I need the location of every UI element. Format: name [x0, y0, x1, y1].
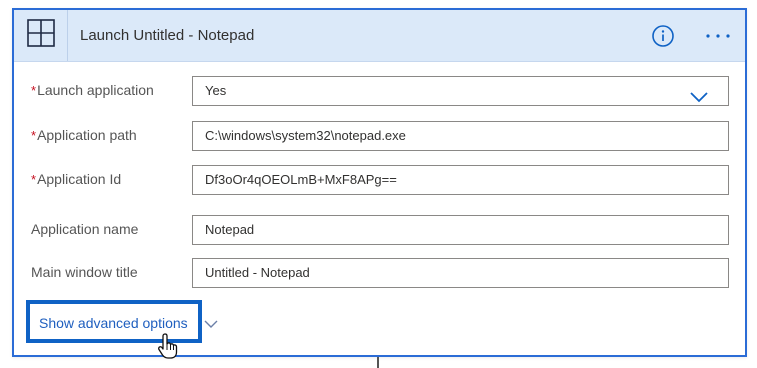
- more-options-icon[interactable]: [703, 24, 733, 48]
- launch-application-value: Yes: [205, 83, 227, 98]
- action-icon-container: [14, 10, 68, 61]
- window-layout-icon: [26, 18, 56, 53]
- required-marker: *: [31, 172, 37, 187]
- application-name-label: Application name: [31, 221, 139, 237]
- info-icon[interactable]: [651, 24, 675, 48]
- application-path-value: C:\windows\system32\notepad.exe: [205, 128, 406, 143]
- chevron-down-icon[interactable]: [204, 316, 218, 328]
- application-id-value: Df3oOr4qOEOLmB+MxF8APg==: [205, 172, 397, 187]
- card-header[interactable]: Launch Untitled - Notepad: [14, 10, 745, 62]
- main-window-title-value: Untitled - Notepad: [205, 265, 310, 280]
- required-marker: *: [31, 83, 37, 98]
- application-path-label: *Application path: [31, 127, 137, 143]
- hand-cursor-icon: [156, 332, 182, 360]
- chevron-down-icon[interactable]: [690, 85, 708, 103]
- application-path-field[interactable]: C:\windows\system32\notepad.exe: [192, 121, 729, 151]
- application-id-field[interactable]: Df3oOr4qOEOLmB+MxF8APg==: [192, 165, 729, 195]
- flow-connector: [377, 357, 379, 368]
- show-advanced-options-link[interactable]: Show advanced options: [39, 315, 188, 331]
- required-marker: *: [31, 128, 37, 143]
- action-card: Launch Untitled - Notepad *Launch applic…: [12, 8, 747, 360]
- launch-application-select[interactable]: Yes: [192, 76, 729, 106]
- application-name-field[interactable]: Notepad: [192, 215, 729, 245]
- card-title: Launch Untitled - Notepad: [80, 27, 255, 44]
- application-name-value: Notepad: [205, 222, 255, 237]
- main-window-title-field[interactable]: Untitled - Notepad: [192, 258, 729, 288]
- application-id-label: *Application Id: [31, 171, 122, 187]
- launch-application-label: *Launch application: [31, 82, 154, 98]
- main-window-title-label: Main window title: [31, 264, 138, 280]
